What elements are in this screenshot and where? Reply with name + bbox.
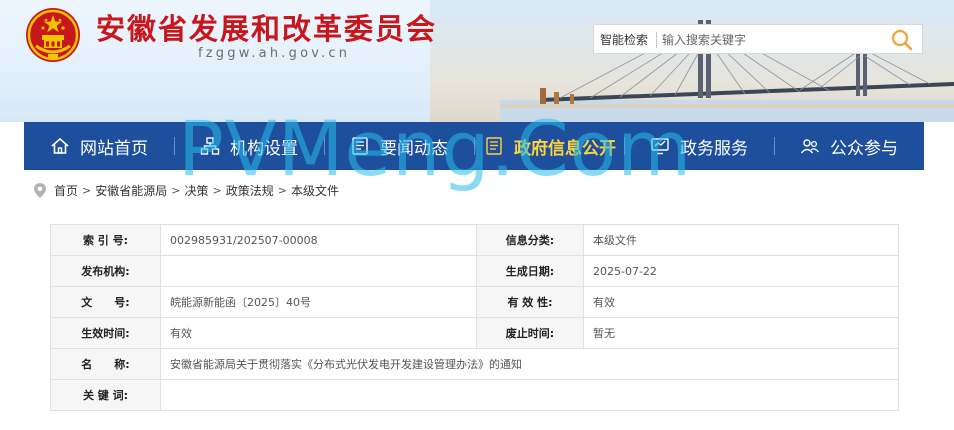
main-nav: 网站首页 机构设置 要闻动态 政府信息公开 政务服务 公众参与 xyxy=(24,122,924,170)
nav-divider xyxy=(624,137,625,155)
document-name-label: 名 称: xyxy=(50,348,161,380)
table-row: 名 称: 安徽省能源局关于贯彻落实《分布式光伏发电开发建设管理办法》的通知 xyxy=(50,348,899,380)
people-icon xyxy=(800,139,819,154)
site-title[interactable]: 安徽省发展和改革委员会 xyxy=(96,6,437,48)
search-icon[interactable] xyxy=(890,28,914,52)
nav-divider xyxy=(174,137,175,155)
keywords-value xyxy=(160,379,899,411)
generated-date-value: 2025-07-22 xyxy=(583,255,899,287)
effective-time-value: 有效 xyxy=(160,317,477,349)
nav-item-home[interactable]: 网站首页 xyxy=(50,122,148,170)
document-icon xyxy=(486,137,502,155)
breadcrumb-home[interactable]: 首页 xyxy=(54,182,78,199)
nav-label: 机构设置 xyxy=(230,138,298,159)
org-chart-icon xyxy=(200,137,220,155)
table-row: 关 键 词: xyxy=(50,379,899,411)
breadcrumb: 首页 > 安徽省能源局 > 决策 > 政策法规 > 本级文件 xyxy=(34,180,339,200)
repeal-time-value: 暂无 xyxy=(583,317,899,349)
document-number-label: 文 号: xyxy=(50,286,161,318)
monitor-icon xyxy=(651,138,669,155)
validity-label: 有 效 性: xyxy=(476,286,584,318)
search-divider xyxy=(656,32,657,48)
search-input[interactable] xyxy=(660,29,880,51)
news-icon xyxy=(352,137,368,155)
nav-divider xyxy=(474,137,475,155)
nav-divider xyxy=(324,137,325,155)
site-header: 安徽省发展和改革委员会 fzggw.ah.gov.cn 智能检索 xyxy=(0,0,954,122)
nav-item-news[interactable]: 要闻动态 xyxy=(350,122,448,170)
nav-item-services[interactable]: 政务服务 xyxy=(650,122,748,170)
nav-item-public[interactable]: 公众参与 xyxy=(800,122,898,170)
table-row: 索 引 号: 002985931/202507-00008 信息分类: 本级文件 xyxy=(50,224,899,256)
site-domain: fzggw.ah.gov.cn xyxy=(198,46,351,61)
category-label: 信息分类: xyxy=(476,224,584,256)
document-name-value: 安徽省能源局关于贯彻落实《分布式光伏发电开发建设管理办法》的通知 xyxy=(160,348,899,380)
chevron-right-icon: > xyxy=(82,183,92,197)
home-icon xyxy=(51,137,69,154)
nav-item-gov-info[interactable]: 政府信息公开 xyxy=(484,122,616,170)
publisher-label: 发布机构: xyxy=(50,255,161,287)
nav-item-organization[interactable]: 机构设置 xyxy=(200,122,298,170)
keywords-label: 关 键 词: xyxy=(50,379,161,411)
publisher-value xyxy=(160,255,477,287)
nav-label: 公众参与 xyxy=(830,138,898,159)
index-number-value: 002985931/202507-00008 xyxy=(160,224,477,256)
category-value: 本级文件 xyxy=(583,224,899,256)
nav-label: 要闻动态 xyxy=(380,138,448,159)
nav-divider xyxy=(774,137,775,155)
location-pin-icon xyxy=(34,182,46,198)
nav-label: 政府信息公开 xyxy=(514,138,616,159)
breadcrumb-energy-bureau[interactable]: 安徽省能源局 xyxy=(95,182,167,199)
smart-search-label[interactable]: 智能检索 xyxy=(600,31,648,48)
repeal-time-label: 废止时间: xyxy=(476,317,584,349)
chevron-right-icon: > xyxy=(277,183,287,197)
effective-time-label: 生效时间: xyxy=(50,317,161,349)
chevron-right-icon: > xyxy=(212,183,222,197)
nav-label: 政务服务 xyxy=(680,138,748,159)
index-number-label: 索 引 号: xyxy=(50,224,161,256)
breadcrumb-decision[interactable]: 决策 xyxy=(184,182,208,199)
nav-label: 网站首页 xyxy=(80,138,148,159)
breadcrumb-policies[interactable]: 政策法规 xyxy=(226,182,274,199)
table-row: 文 号: 皖能源新能函〔2025〕40号 有 效 性: 有效 xyxy=(50,286,899,318)
document-number-value: 皖能源新能函〔2025〕40号 xyxy=(160,286,477,318)
national-emblem-icon[interactable] xyxy=(24,6,82,64)
document-info-table: 索 引 号: 002985931/202507-00008 信息分类: 本级文件… xyxy=(50,224,899,411)
search-box: 智能检索 xyxy=(593,24,923,54)
validity-value: 有效 xyxy=(583,286,899,318)
breadcrumb-current[interactable]: 本级文件 xyxy=(291,182,339,199)
table-row: 发布机构: 生成日期: 2025-07-22 xyxy=(50,255,899,287)
chevron-right-icon: > xyxy=(171,183,181,197)
table-row: 生效时间: 有效 废止时间: 暂无 xyxy=(50,317,899,349)
generated-date-label: 生成日期: xyxy=(476,255,584,287)
